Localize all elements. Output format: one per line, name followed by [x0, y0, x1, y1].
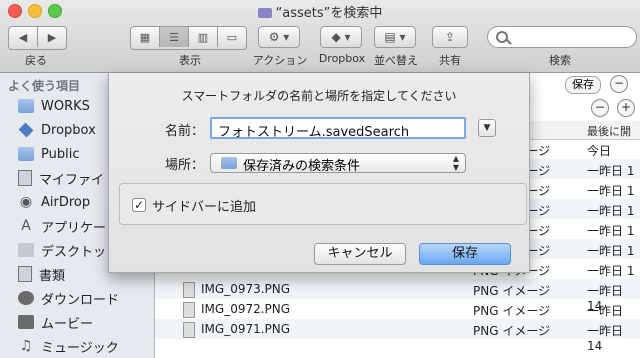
add-rule-icon[interactable]: + — [617, 99, 635, 117]
gear-icon: ⚙ ▾ — [268, 30, 290, 44]
all-files-icon — [18, 170, 32, 186]
window-titlebar: “assets”を検索中 ◀ ▶ 戻る ▦ ☰ ▥ ▭ 表示 ⚙ ▾ アクション… — [0, 0, 640, 73]
png-file-icon — [183, 302, 195, 318]
arrange-button[interactable]: ▤ ▾ — [374, 26, 416, 48]
sidebar-item-applications[interactable]: A アプリケー — [18, 215, 106, 237]
share-button[interactable]: ⇪ — [432, 26, 468, 48]
name-label: 名前： — [165, 124, 205, 139]
png-file-icon — [183, 282, 195, 298]
sidebar-item-desktop[interactable]: デスクトッ — [18, 239, 106, 261]
expand-dialog-button[interactable]: ▼ — [478, 119, 496, 137]
folder-icon — [221, 157, 237, 169]
cancel-button[interactable]: キャンセル — [314, 243, 406, 265]
name-field[interactable]: フォトストリーム.savedSearch — [210, 117, 466, 140]
chevron-down-icon: ▼ — [483, 123, 491, 133]
downloads-icon — [18, 291, 34, 305]
sidebar-item-music[interactable]: ♫ ミュージック — [18, 335, 119, 357]
view-label: 表示 — [179, 54, 201, 67]
icon-view-icon[interactable]: ▦ — [131, 27, 160, 47]
dropbox-button[interactable]: ◆ ▾ — [320, 26, 362, 48]
popup-arrows-icon: ▲ ▼ — [452, 154, 459, 172]
sidebar-item-works[interactable]: WORKS — [18, 95, 90, 117]
smart-folder-icon — [257, 8, 272, 18]
folder-icon — [18, 99, 34, 113]
add-to-sidebar-label[interactable]: サイドバーに追加 — [152, 196, 256, 215]
list-view-icon[interactable]: ☰ — [160, 27, 189, 47]
share-icon: ⇪ — [444, 30, 456, 44]
documents-icon — [18, 266, 32, 282]
table-row[interactable]: IMG_0972.PNGPNG イメージ一昨日 14 — [155, 299, 640, 333]
location-label: 場所： — [165, 158, 205, 173]
search-field[interactable] — [487, 26, 637, 48]
date-column-header[interactable]: 最後に開 — [587, 123, 631, 139]
movies-icon — [18, 315, 34, 329]
arrange-label: 並べ替え — [374, 54, 418, 67]
folder-icon — [18, 147, 34, 161]
action-button[interactable]: ⚙ ▾ — [258, 26, 300, 48]
window-title: “assets”を検索中 — [0, 2, 640, 21]
location-popup[interactable]: 保存済みの検索条件 ▲ ▼ — [210, 153, 466, 174]
column-view-icon[interactable]: ▥ — [189, 27, 218, 47]
dropbox-icon: ◆ ▾ — [331, 30, 351, 44]
table-row[interactable]: IMG_0971.PNG PNG イメージ 一昨日 14 — [155, 319, 640, 353]
back-arrow-icon[interactable]: ◀ — [9, 27, 38, 47]
remove-criteria-icon[interactable]: − — [610, 75, 628, 93]
music-icon: ♫ — [19, 338, 33, 354]
search-label: 検索 — [549, 54, 571, 67]
share-label: 共有 — [439, 54, 461, 67]
options-group: ✓ サイドバーに追加 — [119, 183, 527, 225]
save-button[interactable]: 保存 — [419, 243, 511, 265]
airdrop-icon: ◉ — [19, 194, 33, 210]
action-label: アクション — [252, 54, 308, 67]
coverflow-view-icon[interactable]: ▭ — [218, 27, 246, 47]
back-label: 戻る — [25, 54, 47, 67]
desktop-icon — [18, 243, 34, 257]
view-mode-control[interactable]: ▦ ☰ ▥ ▭ — [130, 26, 247, 50]
dropbox-icon — [18, 122, 34, 138]
sidebar-item-downloads[interactable]: ダウンロード — [18, 287, 119, 309]
sidebar-heading: よく使う項目 — [8, 79, 81, 93]
sidebar-item-documents[interactable]: 書類 — [18, 263, 65, 285]
back-forward-control[interactable]: ◀ ▶ — [8, 26, 67, 50]
sidebar-item-dropbox[interactable]: Dropbox — [18, 119, 96, 141]
png-file-icon — [183, 322, 195, 338]
table-row[interactable]: IMG_0973.PNG PNG イメージ 一昨日 14 — [155, 279, 640, 313]
dropbox-label: Dropbox — [318, 52, 366, 65]
arrange-icon: ▤ ▾ — [384, 30, 406, 44]
add-to-sidebar-checkbox[interactable]: ✓ — [132, 198, 146, 212]
save-smart-folder-sheet: スマートフォルダの名前と場所を指定してください 名前： フォトストリーム.sav… — [108, 73, 530, 273]
sidebar-item-all-my-files[interactable]: マイファイ — [18, 167, 104, 189]
sidebar-item-public[interactable]: Public — [18, 143, 79, 165]
sheet-title: スマートフォルダの名前と場所を指定してください — [181, 89, 457, 103]
forward-arrow-icon[interactable]: ▶ — [38, 27, 66, 47]
remove-rule-icon[interactable]: − — [591, 99, 609, 117]
sidebar-item-movies[interactable]: ムービー — [18, 311, 93, 333]
applications-icon: A — [21, 218, 31, 234]
save-search-button[interactable]: 保存 — [565, 76, 601, 94]
search-icon — [496, 31, 508, 43]
sidebar-item-airdrop[interactable]: ◉ AirDrop — [18, 191, 90, 213]
